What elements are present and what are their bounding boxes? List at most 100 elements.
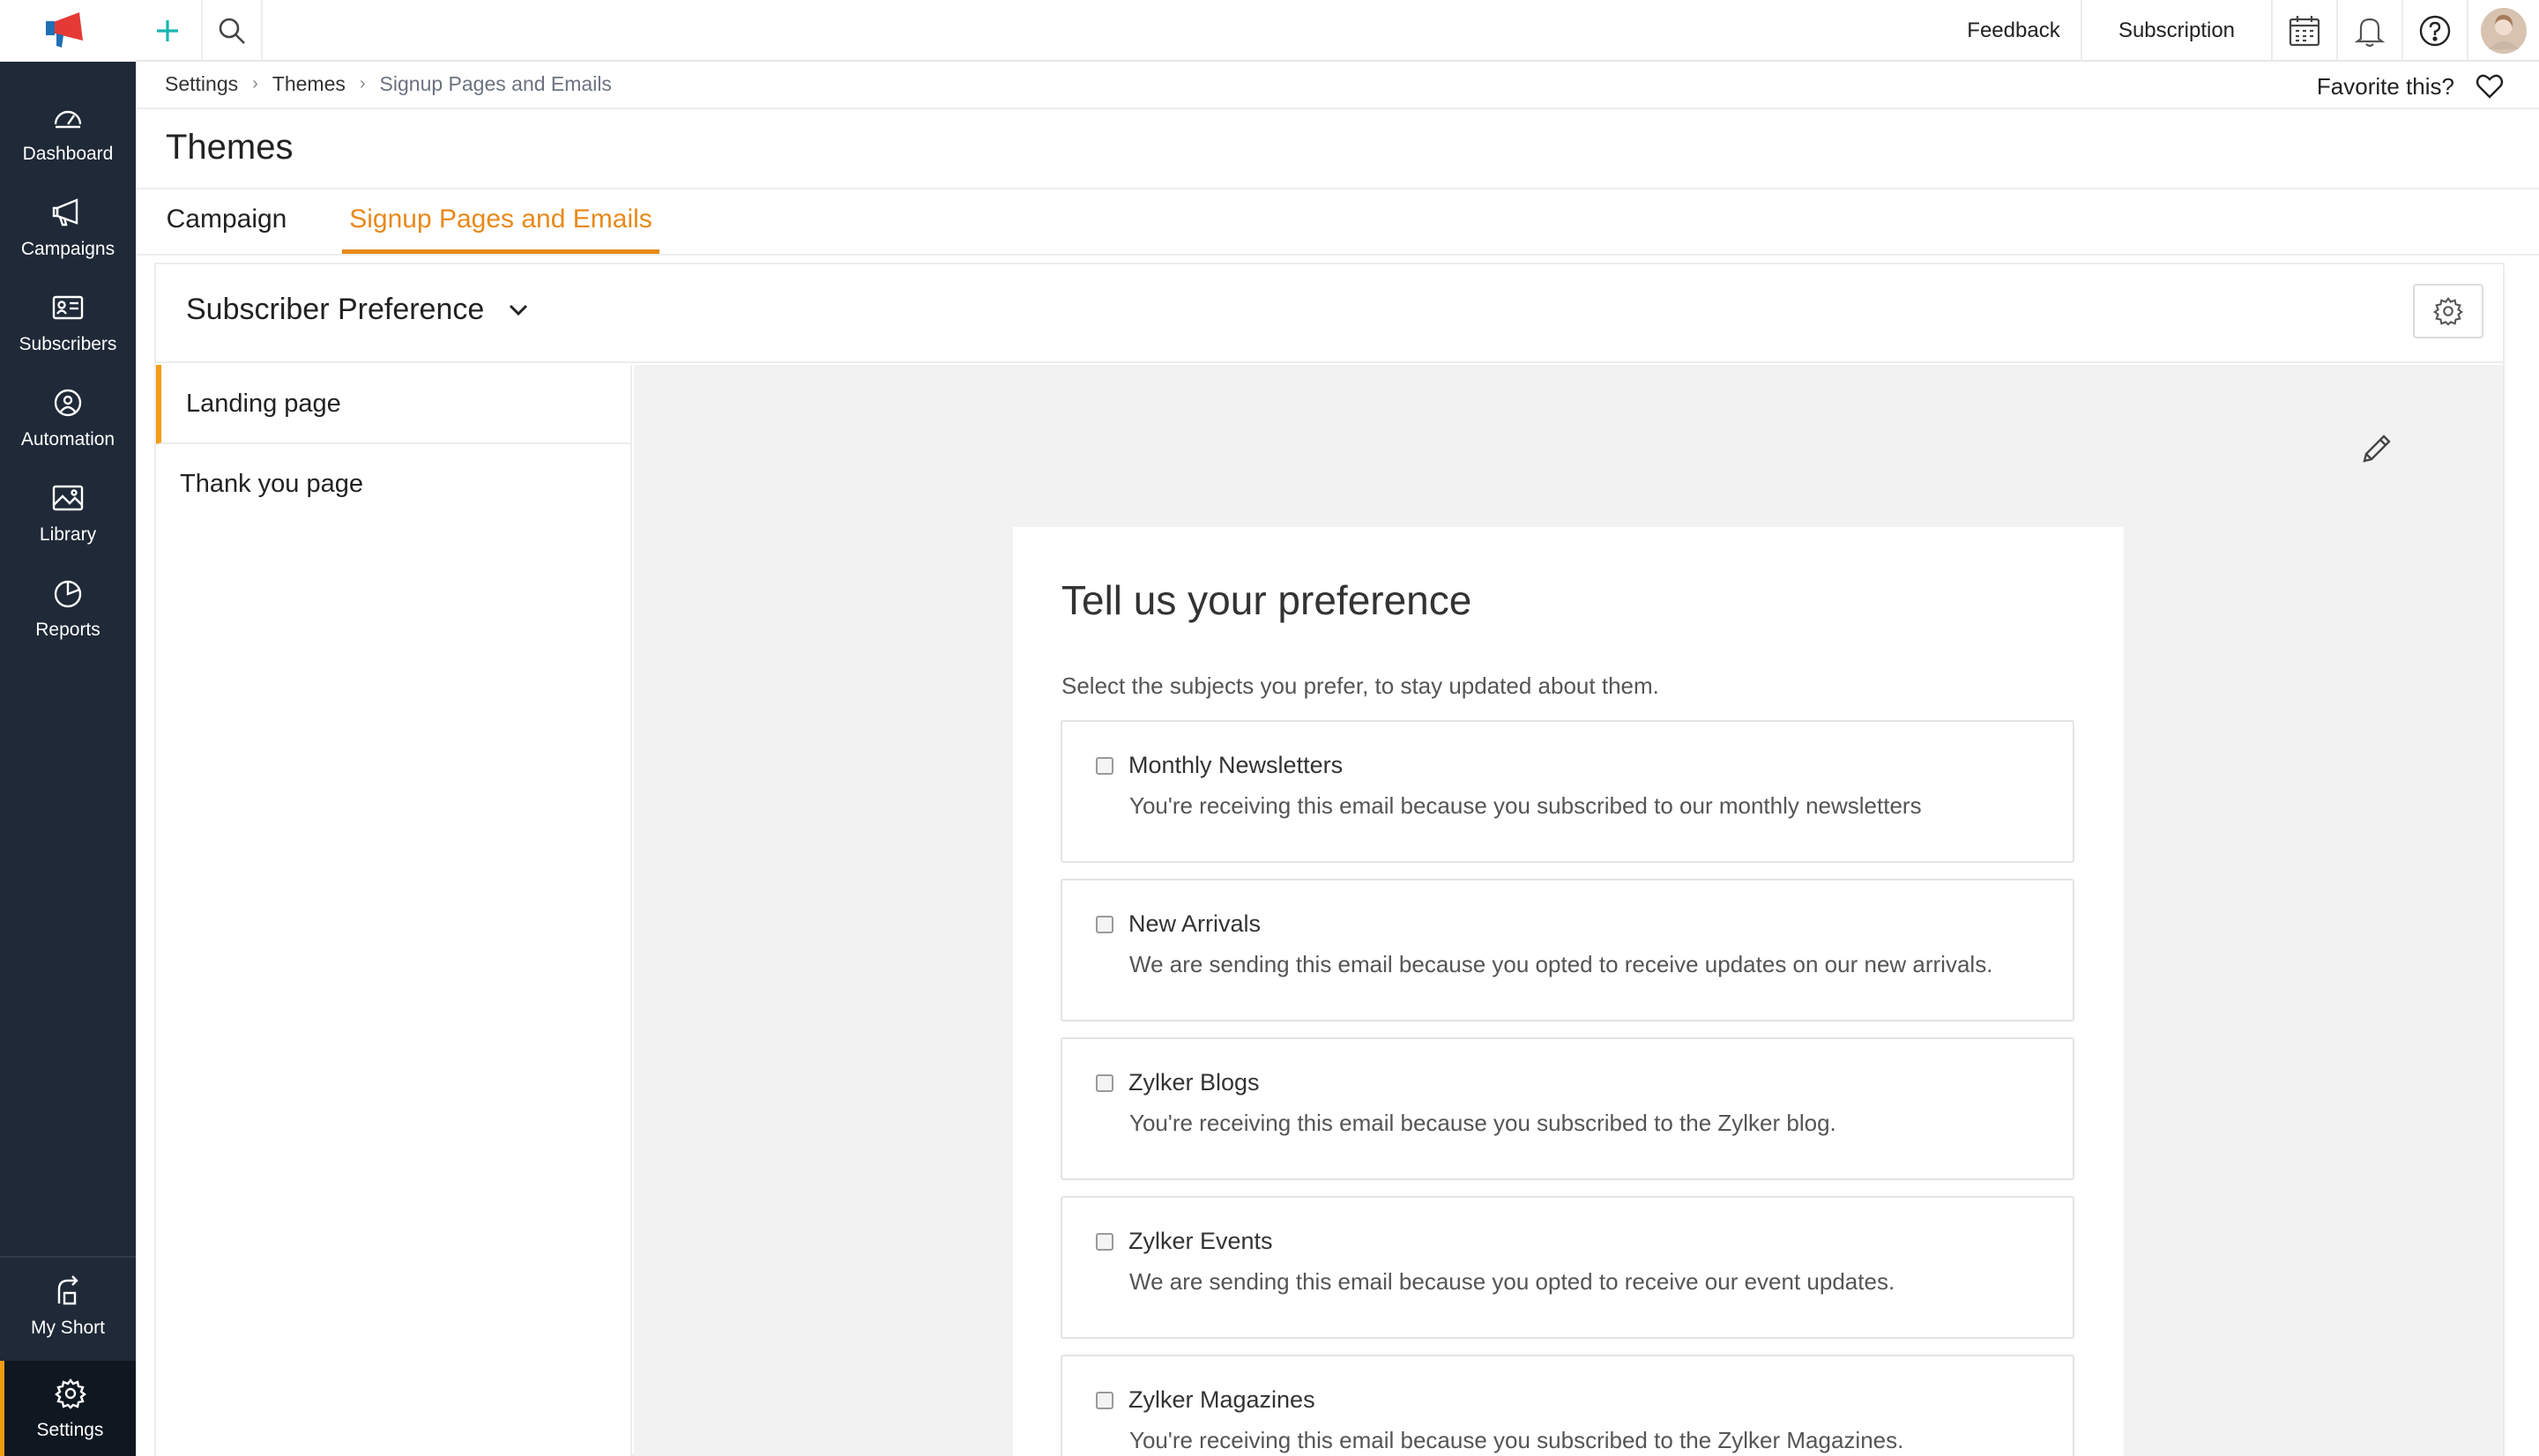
theme-settings-button[interactable] — [2413, 284, 2483, 338]
option-title: Zylker Events — [1128, 1228, 1273, 1254]
option-description: You're receiving this email because you … — [1129, 1427, 1904, 1453]
preference-option[interactable]: Zylker Blogs You're receiving this email… — [1061, 1037, 2074, 1180]
option-title: Monthly Newsletters — [1128, 752, 1344, 778]
dashboard-icon — [54, 110, 82, 129]
sidebar-divider — [0, 1256, 136, 1258]
option-checkbox[interactable] — [1096, 1074, 1113, 1092]
breadcrumb-settings[interactable]: Settings — [165, 72, 238, 96]
contact-card-icon — [52, 295, 84, 320]
option-checkbox[interactable] — [1096, 757, 1113, 775]
breadcrumb: Settings › Themes › Signup Pages and Ema… — [165, 71, 612, 97]
megaphone-icon — [52, 198, 78, 227]
breadcrumb-current: Signup Pages and Emails — [379, 71, 612, 95]
preference-form-card: Tell us your preference Select the subje… — [1013, 527, 2124, 1456]
breadcrumb-themes[interactable]: Themes — [272, 72, 346, 96]
search-icon — [219, 18, 245, 44]
gear-icon — [54, 1378, 86, 1409]
sidebar-item-label: Dashboard — [22, 144, 114, 164]
left-sidebar: Dashboard Campaigns Subscribers Automati… — [0, 0, 136, 1456]
image-icon — [52, 485, 84, 511]
preference-option[interactable]: Monthly Newsletters You're receiving thi… — [1061, 720, 2074, 863]
page-title: Themes — [166, 128, 294, 167]
help-button[interactable] — [2403, 0, 2467, 62]
dropdown-label: Subscriber Preference — [186, 293, 485, 326]
preference-option[interactable]: New Arrivals We are sending this email b… — [1061, 879, 2074, 1021]
page-list: Landing page Thank you page — [156, 365, 632, 1456]
panel-header: Subscriber Preference — [156, 264, 2503, 363]
option-description: We are sending this email because you op… — [1129, 951, 1993, 977]
option-title: New Arrivals — [1128, 910, 1262, 937]
sidebar-item-campaigns[interactable]: Campaigns — [0, 183, 136, 271]
pencil-icon — [2363, 435, 2391, 463]
sidebar-item-my-short[interactable]: My Short — [0, 1262, 136, 1350]
sidebar-item-dashboard[interactable]: Dashboard — [0, 88, 136, 176]
add-button[interactable] — [136, 0, 199, 62]
calendar-button[interactable] — [2273, 0, 2336, 62]
subscription-button[interactable]: Subscription — [2082, 0, 2271, 62]
sidebar-item-library[interactable]: Library — [0, 469, 136, 557]
page-item-label: Landing page — [186, 389, 341, 418]
theme-editor-panel: Subscriber Preference Landing page Thank… — [154, 263, 2505, 1456]
subscription-label: Subscription — [2118, 19, 2236, 42]
avatar — [2481, 8, 2527, 54]
option-checkbox[interactable] — [1096, 1233, 1113, 1251]
sidebar-item-label: My Short — [30, 1318, 106, 1338]
sidebar-item-subscribers[interactable]: Subscribers — [0, 279, 136, 367]
feedback-label: Feedback — [1967, 19, 2060, 42]
sidebar-item-automation[interactable]: Automation — [0, 374, 136, 462]
sidebar-item-reports[interactable]: Reports — [0, 564, 136, 652]
option-checkbox[interactable] — [1096, 1392, 1113, 1409]
plus-icon — [157, 20, 178, 41]
calendar-icon — [2289, 16, 2320, 47]
tab-campaign[interactable]: Campaign — [165, 204, 288, 254]
feedback-button[interactable]: Feedback — [1934, 0, 2093, 62]
page-item-label: Thank you page — [180, 469, 363, 498]
tab-label: Campaign — [166, 204, 287, 234]
sidebar-item-label: Campaigns — [20, 239, 115, 259]
shortcut-icon — [57, 1275, 78, 1305]
theme-type-dropdown[interactable]: Subscriber Preference — [186, 293, 528, 327]
page-item-landing-page[interactable]: Landing page — [156, 365, 630, 444]
gear-icon — [2433, 297, 2463, 326]
option-checkbox[interactable] — [1096, 916, 1113, 933]
chevron-right-icon: › — [359, 73, 366, 93]
preference-form-title: Tell us your preference — [1061, 577, 1472, 623]
favorite-label: Favorite this? — [2316, 72, 2454, 100]
search-button[interactable] — [203, 0, 261, 62]
sidebar-item-label: Settings — [36, 1420, 104, 1440]
app-logo[interactable] — [0, 0, 136, 62]
notifications-button[interactable] — [2338, 0, 2401, 62]
option-title: Zylker Blogs — [1128, 1069, 1260, 1096]
option-description: We are sending this email because you op… — [1129, 1268, 1895, 1295]
option-description: You're receiving this email because you … — [1129, 792, 1922, 819]
preference-option[interactable]: Zylker Events We are sending this email … — [1061, 1196, 2074, 1339]
sidebar-item-label: Subscribers — [19, 334, 117, 354]
option-description: You're receiving this email because you … — [1129, 1110, 1836, 1136]
page-item-thank-you-page[interactable]: Thank you page — [156, 444, 630, 524]
top-bar: Feedback Subscription — [136, 0, 2539, 62]
bell-icon — [2354, 18, 2386, 48]
sidebar-item-settings[interactable]: Settings — [0, 1361, 136, 1456]
sidebar-item-label: Automation — [20, 429, 115, 449]
divider — [136, 254, 2539, 256]
chevron-right-icon: › — [252, 73, 258, 93]
preference-form-subtitle: Select the subjects you prefer, to stay … — [1061, 672, 1659, 699]
favorite-toggle[interactable]: Favorite this? — [2317, 69, 2504, 104]
megaphone-logo-icon — [46, 12, 83, 48]
option-title: Zylker Magazines — [1128, 1386, 1315, 1413]
avatar-button[interactable] — [2468, 0, 2539, 62]
heart-icon — [2476, 74, 2504, 99]
divider — [136, 108, 2539, 109]
preference-option[interactable]: Zylker Magazines You're receiving this e… — [1061, 1355, 2074, 1456]
sidebar-item-label: Library — [39, 524, 97, 545]
automation-icon — [54, 389, 82, 417]
tab-label: Signup Pages and Emails — [349, 204, 652, 234]
topbar-separator — [261, 0, 263, 62]
pie-chart-icon — [54, 580, 82, 608]
help-icon — [2419, 15, 2451, 47]
tab-signup-pages-and-emails[interactable]: Signup Pages and Emails — [342, 204, 659, 254]
sidebar-item-label: Reports — [35, 620, 101, 640]
divider — [136, 188, 2539, 189]
edit-button[interactable] — [2355, 427, 2399, 471]
chevron-down-icon — [510, 304, 528, 316]
